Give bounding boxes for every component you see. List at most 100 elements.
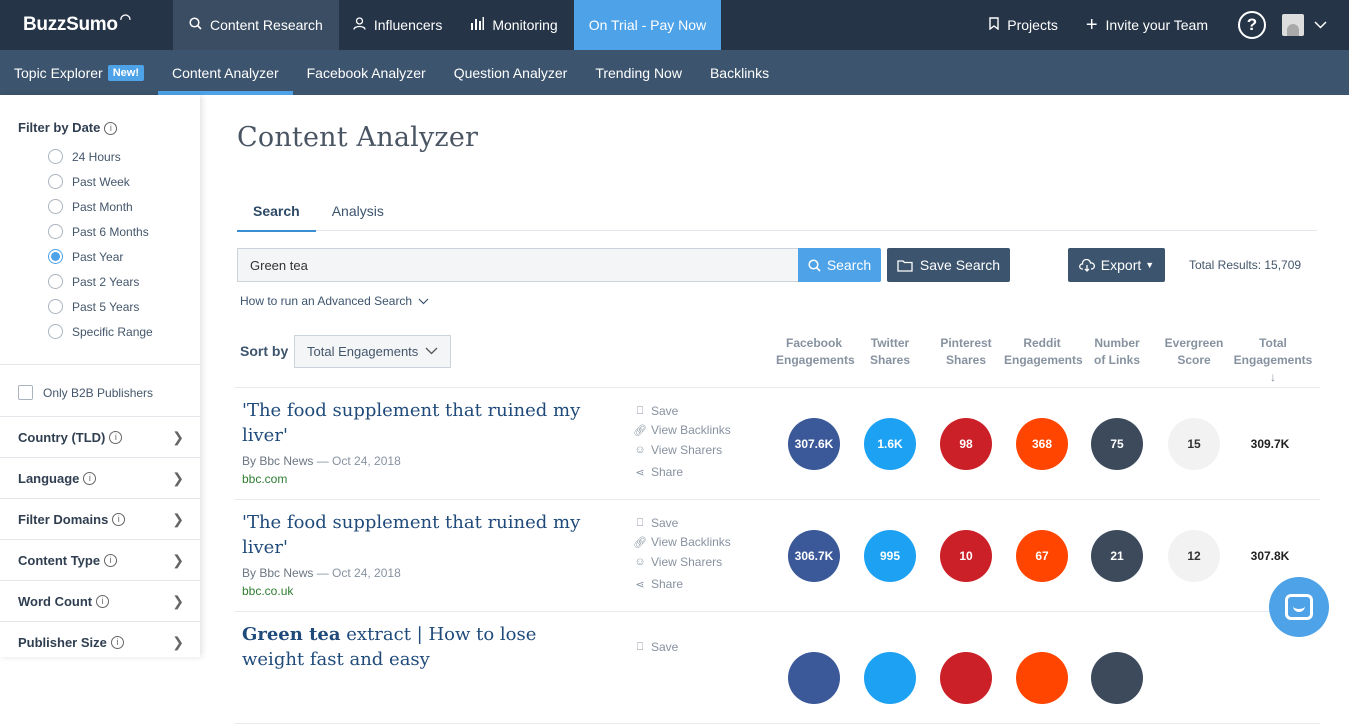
view-sharers-action[interactable]: ☺ View Sharers: [633, 443, 722, 457]
article-title-link[interactable]: Green tea extract | How to lose weight f…: [242, 622, 602, 672]
date-option-24-hours[interactable]: 24 Hours: [48, 149, 121, 164]
checkbox[interactable]: [18, 385, 33, 400]
nav-invite-team[interactable]: + Invite your Team: [1072, 0, 1222, 50]
save-search-button[interactable]: Save Search: [887, 248, 1010, 282]
article-meta: By Bbc News — Oct 24, 2018: [242, 454, 401, 468]
filter-sidebar: Filter by Date i 24 Hours Past Week Past …: [0, 95, 200, 657]
col-twitter-shares[interactable]: Twitter Shares: [852, 335, 928, 369]
bar-chart-icon: [470, 17, 485, 33]
facebook-engagements-value: [788, 652, 840, 704]
radio-button[interactable]: [48, 174, 63, 189]
chevron-down-icon: [425, 346, 438, 358]
subnav-question-analyzer[interactable]: Question Analyzer: [440, 50, 582, 95]
radio-button-selected[interactable]: [48, 249, 63, 264]
tab-search[interactable]: Search: [237, 191, 316, 232]
date-option-past-2-years[interactable]: Past 2 Years: [48, 274, 139, 289]
article-title-link[interactable]: 'The food supplement that ruined my live…: [242, 510, 602, 560]
tab-analysis[interactable]: Analysis: [316, 191, 400, 231]
subnav-facebook-analyzer[interactable]: Facebook Analyzer: [293, 50, 440, 95]
col-pinterest-shares[interactable]: Pinterest Shares: [928, 335, 1004, 369]
total-engagements-value: 307.8K: [1250, 549, 1290, 563]
col-reddit-engagements[interactable]: Reddit Engagements: [1004, 335, 1083, 369]
info-icon[interactable]: i: [96, 594, 110, 608]
filter-publisher-size[interactable]: Publisher Size i ❯: [0, 621, 200, 662]
col-evergreen-score[interactable]: Evergreen Score: [1156, 335, 1232, 369]
trial-pay-now-button[interactable]: On Trial - Pay Now: [573, 0, 722, 50]
nav-influencers[interactable]: Influencers: [339, 0, 456, 50]
chevron-right-icon: ❯: [172, 633, 184, 650]
chat-icon: [1285, 594, 1313, 620]
article-domain[interactable]: bbc.com: [242, 472, 287, 486]
user-icon: ☺: [634, 444, 646, 456]
view-backlinks-action[interactable]: 🔗︎ View Backlinks: [633, 423, 731, 437]
chevron-right-icon: ❯: [172, 469, 184, 486]
date-option-past-year[interactable]: Past Year: [48, 249, 123, 264]
info-icon[interactable]: i: [109, 430, 123, 444]
info-icon[interactable]: i: [83, 471, 97, 485]
chevron-right-icon: ❯: [172, 592, 184, 609]
date-option-past-week[interactable]: Past Week: [48, 174, 130, 189]
filter-word-count[interactable]: Word Count i ❯: [0, 580, 200, 621]
article-title-link[interactable]: 'The food supplement that ruined my live…: [242, 398, 602, 448]
search-button[interactable]: Search: [798, 248, 881, 282]
b2b-publishers-filter[interactable]: Only B2B Publishers: [18, 385, 153, 400]
info-icon[interactable]: i: [112, 512, 126, 526]
date-option-past-5-years[interactable]: Past 5 Years: [48, 299, 139, 314]
nav-monitoring[interactable]: Monitoring: [456, 0, 571, 50]
help-icon[interactable]: ?: [1238, 11, 1266, 39]
filter-domains[interactable]: Filter Domains i ❯: [0, 498, 200, 539]
save-action[interactable]: ⎕ Save: [633, 516, 679, 530]
filter-language[interactable]: Language i ❯: [0, 457, 200, 498]
subnav-backlinks[interactable]: Backlinks: [696, 50, 783, 95]
nav-projects[interactable]: Projects: [975, 0, 1072, 50]
number-of-links-value[interactable]: 75: [1091, 418, 1143, 470]
new-badge: New!: [107, 64, 144, 81]
date-option-specific-range[interactable]: Specific Range: [48, 324, 153, 339]
share-action[interactable]: ⋖ Share: [633, 465, 683, 479]
user-icon: ☺: [634, 556, 646, 568]
info-icon[interactable]: i: [104, 122, 118, 135]
col-number-of-links[interactable]: Number of Links: [1079, 335, 1155, 369]
radio-button[interactable]: [48, 149, 63, 164]
save-action[interactable]: ⎕ Save: [633, 640, 679, 654]
advanced-search-link[interactable]: How to run an Advanced Search: [240, 294, 429, 308]
subnav-topic-explorer[interactable]: Topic Explorer New!: [0, 50, 158, 95]
radio-button[interactable]: [48, 274, 63, 289]
radio-button[interactable]: [48, 199, 63, 214]
date-option-past-month[interactable]: Past Month: [48, 199, 133, 214]
info-icon[interactable]: i: [110, 635, 124, 649]
wifi-icon: ◠: [119, 11, 131, 26]
col-total-engagements[interactable]: Total Engagements ↓: [1230, 335, 1316, 386]
save-action[interactable]: ⎕ Save: [633, 404, 679, 418]
article-domain[interactable]: bbc.co.uk: [242, 584, 293, 598]
col-facebook-engagements[interactable]: Facebook Engagements: [776, 335, 855, 369]
user-icon: [353, 17, 366, 33]
share-action[interactable]: ⋖ Share: [633, 577, 683, 591]
buzzsumo-logo[interactable]: BuzzSumo ◠: [0, 0, 173, 50]
info-icon[interactable]: i: [104, 553, 118, 567]
number-of-links-value[interactable]: [1091, 652, 1143, 704]
radio-button[interactable]: [48, 324, 63, 339]
article-meta: By Bbc News — Oct 24, 2018: [242, 566, 401, 580]
view-backlinks-action[interactable]: 🔗︎ View Backlinks: [633, 535, 731, 549]
sort-down-arrow-icon: ↓: [1270, 370, 1276, 384]
main-content: Content Analyzer Search Analysis Search …: [200, 95, 1349, 724]
chevron-down-icon[interactable]: [1314, 18, 1327, 32]
filter-country-tld[interactable]: Country (TLD) i ❯: [0, 416, 200, 457]
radio-button[interactable]: [48, 224, 63, 239]
radio-button[interactable]: [48, 299, 63, 314]
sort-select[interactable]: Total Engagements: [294, 335, 451, 368]
date-option-past-6-months[interactable]: Past 6 Months: [48, 224, 149, 239]
subnav-content-analyzer[interactable]: Content Analyzer: [157, 50, 293, 95]
number-of-links-value[interactable]: 21: [1091, 530, 1143, 582]
twitter-shares-value: 1.6K: [864, 418, 916, 470]
avatar[interactable]: [1282, 14, 1304, 36]
filter-content-type[interactable]: Content Type i ❯: [0, 539, 200, 580]
export-button[interactable]: Export ▼: [1068, 248, 1165, 282]
nav-content-research[interactable]: Content Research: [173, 0, 339, 50]
sub-navbar: Topic Explorer New! Content Analyzer Fac…: [0, 50, 1349, 95]
view-sharers-action[interactable]: ☺ View Sharers: [633, 555, 722, 569]
subnav-trending-now[interactable]: Trending Now: [581, 50, 696, 95]
chat-launcher-button[interactable]: [1269, 577, 1329, 637]
search-input[interactable]: [237, 248, 799, 282]
